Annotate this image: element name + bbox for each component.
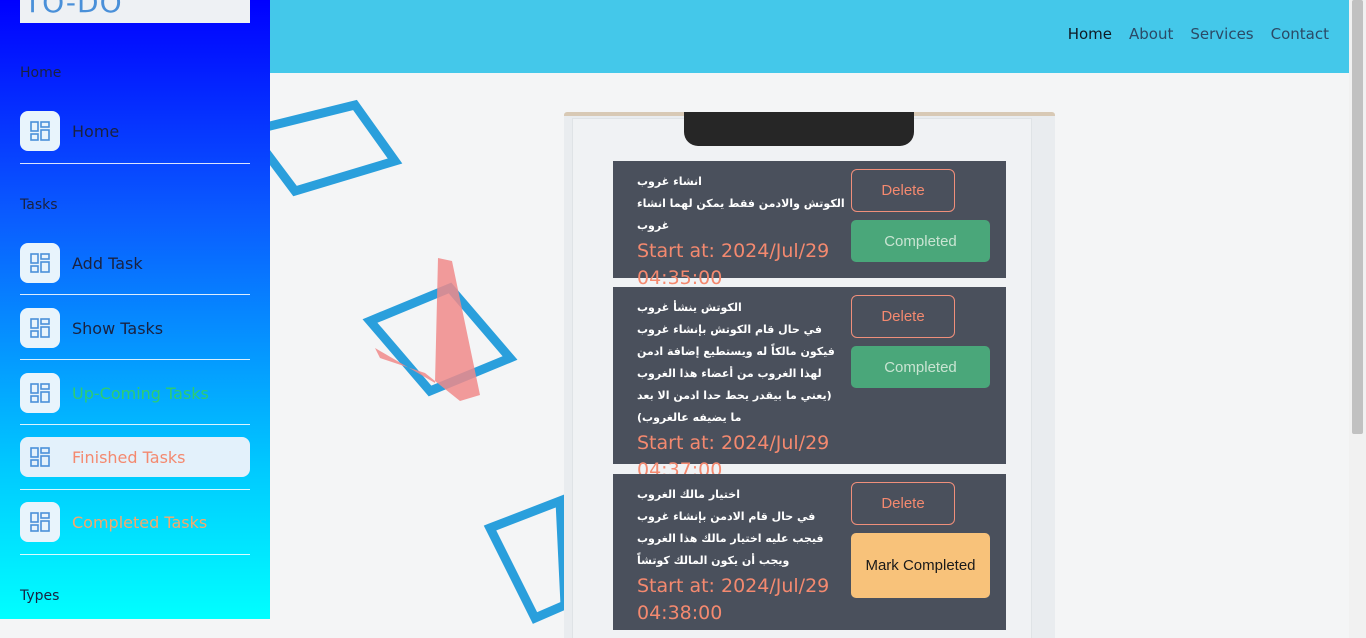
sidebar-item-home[interactable]: Home <box>20 111 250 151</box>
clipboard: انشاء غروب الكوتش والادمن فقط يمكن لهما … <box>564 112 1055 638</box>
task-content: انشاء غروب الكوتش والادمن فقط يمكن لهما … <box>637 171 845 292</box>
task-title: اختيار مالك الغروب <box>637 488 740 501</box>
delete-button[interactable]: Delete <box>851 169 955 212</box>
top-header: Home About Services Contact <box>270 0 1349 73</box>
dashboard-icon <box>20 502 60 542</box>
task-title: الكوتش ينشأ غروب <box>637 301 742 314</box>
sidebar-item-label: Home <box>72 121 120 141</box>
section-title-types: Types <box>20 588 60 604</box>
task-description: الكوتش والادمن فقط يمكن لهما انشاء غروب <box>637 197 845 232</box>
task-title: انشاء غروب <box>637 175 702 188</box>
delete-button[interactable]: Delete <box>851 482 955 525</box>
sidebar-item-upcoming-tasks[interactable]: Up-Coming Tasks <box>20 373 250 413</box>
divider <box>20 294 250 295</box>
nav-link-about[interactable]: About <box>1129 25 1173 43</box>
task-content: الكوتش ينشأ غروب في حال قام الكوتش بإنشا… <box>637 297 845 484</box>
clipboard-clip <box>684 112 914 146</box>
divider <box>20 359 250 360</box>
sidebar-item-completed-tasks[interactable]: Completed Tasks <box>20 502 250 542</box>
dashboard-icon <box>20 437 60 477</box>
nav-link-home[interactable]: Home <box>1068 25 1112 43</box>
section-title-tasks: Tasks <box>20 197 58 213</box>
scrollbar-thumb[interactable] <box>1352 0 1363 434</box>
sidebar-item-finished-tasks[interactable]: Finished Tasks <box>20 437 250 477</box>
nav-link-services[interactable]: Services <box>1190 25 1253 43</box>
dashboard-icon <box>20 111 60 151</box>
dashboard-icon <box>20 373 60 413</box>
sidebar-item-label: Show Tasks <box>72 318 164 338</box>
task-start-time: Start at: 2024/Jul/29 04:35:00 <box>637 240 830 289</box>
sidebar-item-label: Finished Tasks <box>72 447 186 467</box>
sidebar-item-add-task[interactable]: Add Task <box>20 243 250 283</box>
sidebar-item-label: Completed Tasks <box>72 512 208 532</box>
scrollbar[interactable] <box>1349 0 1366 638</box>
divider <box>20 424 250 425</box>
divider <box>20 489 250 490</box>
sidebar-item-label: Add Task <box>72 253 143 273</box>
completed-button[interactable]: Completed <box>851 220 990 262</box>
sidebar: TO-DO Home Home Tasks Add Task Show Task… <box>0 0 270 619</box>
section-title-home: Home <box>20 65 62 81</box>
nav-link-contact[interactable]: Contact <box>1271 25 1329 43</box>
brand-logo: TO-DO <box>20 0 250 23</box>
top-nav: Home About Services Contact <box>1068 25 1329 43</box>
task-card: انشاء غروب الكوتش والادمن فقط يمكن لهما … <box>613 161 1006 289</box>
completed-button[interactable]: Completed <box>851 346 990 388</box>
dashboard-icon <box>20 308 60 348</box>
task-description: في حال قام الادمن بإنشاء غروب فيجب عليه … <box>637 510 824 567</box>
task-content: اختيار مالك الغروب في حال قام الادمن بإن… <box>637 484 845 627</box>
task-card: اختيار مالك الغروب في حال قام الادمن بإن… <box>613 474 1006 630</box>
sidebar-item-show-tasks[interactable]: Show Tasks <box>20 308 250 348</box>
dashboard-icon <box>20 243 60 283</box>
task-card: الكوتش ينشأ غروب في حال قام الكوتش بإنشا… <box>613 287 1006 481</box>
divider <box>20 554 250 555</box>
divider <box>20 163 250 164</box>
mark-completed-button[interactable]: Mark Completed <box>851 533 990 598</box>
task-start-time: Start at: 2024/Jul/29 04:38:00 <box>637 575 830 624</box>
delete-button[interactable]: Delete <box>851 295 955 338</box>
main-content: انشاء غروب الكوتش والادمن فقط يمكن لهما … <box>270 73 1349 638</box>
sidebar-item-label: Up-Coming Tasks <box>72 383 209 403</box>
task-description: في حال قام الكوتش بإنشاء غروب فيكون مالك… <box>637 323 835 424</box>
